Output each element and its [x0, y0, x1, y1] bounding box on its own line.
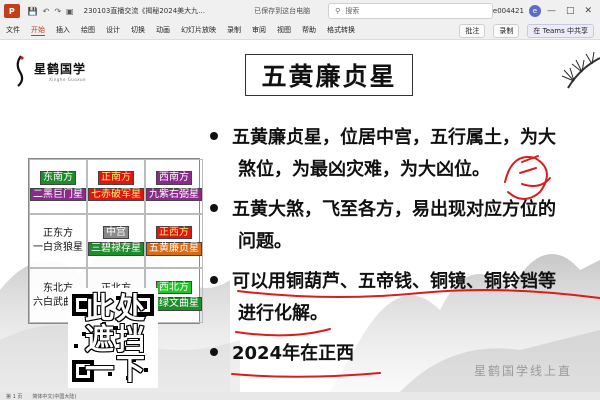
- bullet-text: 2024年在正西: [232, 343, 355, 364]
- brand-logo: 星鹤国学 Xinghe Guoxue: [12, 54, 86, 88]
- ribbon-tab[interactable]: 插入: [56, 25, 70, 36]
- direction-label: 西南方: [156, 171, 192, 185]
- direction-label: 正东方: [43, 227, 73, 239]
- star-label: 九紫右弼星: [146, 187, 202, 202]
- save-icon[interactable]: 💾: [28, 7, 38, 16]
- bullet-dot-icon: [210, 204, 218, 212]
- undo-icon[interactable]: ↶: [43, 7, 50, 16]
- bullet-dot-icon: [210, 276, 218, 284]
- slide-title[interactable]: 五黄廉贞星: [245, 54, 413, 96]
- direction-label: 正南方: [98, 171, 134, 185]
- slide-canvas[interactable]: 星鹤国学 Xinghe Guoxue 五黄廉贞星 东南方二黑巨门星 正南方七赤破军…: [0, 40, 600, 392]
- bullet-continuation: 问题。: [238, 231, 292, 252]
- ribbon-tab[interactable]: 开始: [31, 25, 45, 36]
- ribbon-tab[interactable]: 帮助: [302, 25, 316, 36]
- star-label: 七赤破军星: [88, 187, 144, 202]
- ribbon-tab[interactable]: 格式转换: [327, 25, 355, 36]
- document-title: 230103直播交流《揭秘2024美大九…: [83, 7, 206, 15]
- present-icon[interactable]: ▣: [66, 7, 74, 16]
- minimize-icon[interactable]: —: [547, 6, 556, 16]
- bullet-continuation: 进行化解。: [238, 303, 328, 324]
- star-label: 三碧禄存星: [88, 242, 144, 256]
- bullet-text: 可以用铜葫芦、五帝钱、铜镜、铜铃铛等: [232, 271, 556, 292]
- crane-logo-icon: [16, 55, 24, 87]
- ribbon-tab[interactable]: 审阅: [252, 25, 266, 36]
- language-indicator[interactable]: 简体中文(中国大陆): [32, 393, 76, 400]
- grid-cell: 正西方 五黄廉贞星: [145, 213, 203, 269]
- bullet-dot-icon: [210, 348, 218, 356]
- ribbon-tab[interactable]: 动画: [156, 25, 170, 36]
- redo-icon[interactable]: ↷: [54, 7, 61, 16]
- search-box[interactable]: ⚲ 搜索: [328, 3, 493, 19]
- ribbon-tab[interactable]: 设计: [106, 25, 120, 36]
- logo-text-group: 星鹤国学 Xinghe Guoxue: [34, 60, 86, 82]
- comments-button[interactable]: 批注: [459, 23, 486, 38]
- ribbon-tab[interactable]: 文件: [6, 25, 20, 36]
- ribbon-tab[interactable]: 录制: [227, 25, 241, 36]
- pine-branch-icon: [561, 51, 600, 89]
- bullet-text: 五黄大煞，飞至各方，易出现对应方位的: [232, 199, 556, 220]
- ribbon-tab-list: 文件 开始 插入 绘图 设计 切换 动画 幻灯片放映 录制 审阅 视图 帮助 格式转换: [6, 25, 355, 36]
- user-name: e004421: [492, 7, 524, 15]
- bullet-item: 五黄廉贞星，位居中宫，五行属土，为大: [210, 122, 556, 154]
- cover-text-line: 遮挡: [84, 321, 147, 356]
- bullet-item: 2024年在正西: [210, 338, 354, 370]
- star-label: 五黄廉贞星: [146, 242, 202, 256]
- search-placeholder: 搜索: [345, 7, 360, 15]
- grid-cell: 西南方 九紫右弼星: [145, 159, 203, 214]
- bullet-continuation: 煞位，为最凶灾难，为大凶位。: [238, 159, 490, 180]
- bullet-item: 五黄大煞，飞至各方，易出现对应方位的: [210, 194, 556, 226]
- title-bar: P 💾 ↶ ↷ ▣ 230103直播交流《揭秘2024美大九… 已保存到这台电脑…: [0, 0, 600, 22]
- bullet-dot-icon: [210, 132, 218, 140]
- ribbon-tab[interactable]: 视图: [277, 25, 291, 36]
- user-account[interactable]: e004421 e: [493, 5, 541, 17]
- teams-share-button[interactable]: 在 Teams 中共享: [527, 23, 594, 38]
- logo-subtitle: Xinghe Guoxue: [49, 77, 87, 82]
- avatar: e: [528, 5, 541, 17]
- ribbon-tab[interactable]: 绘图: [81, 25, 95, 36]
- ribbon-tabs: 文件 开始 插入 绘图 设计 切换 动画 幻灯片放映 录制 审阅 视图 帮助 格式转换 批注 录制 在 …: [0, 22, 600, 40]
- logo-title: 星鹤国学: [34, 62, 87, 76]
- grid-cell: 中宫 三碧禄存星: [87, 213, 145, 269]
- close-icon[interactable]: ✕: [584, 6, 592, 16]
- grid-cell: 正南方 七赤破军星: [87, 159, 145, 214]
- window-controls: — □ ✕: [547, 6, 592, 16]
- powerpoint-icon[interactable]: P: [4, 4, 20, 18]
- slide-indicator: 第 1 页: [6, 393, 23, 400]
- watermark: 星鹤国学线上直: [474, 364, 573, 378]
- direction-label: 中宫: [103, 225, 129, 240]
- cover-text-line: 一下: [84, 352, 147, 387]
- quick-access-toolbar: 💾 ↶ ↷ ▣: [28, 7, 74, 16]
- record-button[interactable]: 录制: [493, 23, 520, 38]
- ribbon-tab[interactable]: 切换: [131, 25, 145, 36]
- bullet-text: 五黄廉贞星，位居中宫，五行属土，为大: [232, 127, 556, 148]
- grid-cell: 正东方 一白贪狼星: [29, 213, 87, 269]
- grid-cell: 东南方 二黑巨门星: [29, 159, 87, 214]
- search-icon: ⚲: [335, 7, 341, 15]
- app-letter: P: [8, 6, 15, 16]
- direction-label: 正西方: [156, 225, 192, 240]
- star-label: 一白贪狼星: [33, 242, 83, 254]
- ribbon-actions: 批注 录制 在 Teams 中共享: [459, 23, 594, 38]
- ribbon-tab[interactable]: 幻灯片放映: [181, 25, 216, 36]
- direction-label: 东南方: [40, 171, 76, 185]
- maximize-icon[interactable]: □: [566, 6, 575, 16]
- status-bar: 第 1 页 简体中文(中国大陆): [0, 392, 600, 400]
- save-status[interactable]: 已保存到这台电脑: [254, 6, 310, 16]
- qr-cover-text: 此处 遮挡 一下: [66, 284, 166, 392]
- cover-text-line: 此处: [84, 291, 147, 326]
- star-label: 二黑巨门星: [30, 187, 86, 202]
- bullet-item: 可以用铜葫芦、五帝钱、铜镜、铜铃铛等: [210, 266, 556, 298]
